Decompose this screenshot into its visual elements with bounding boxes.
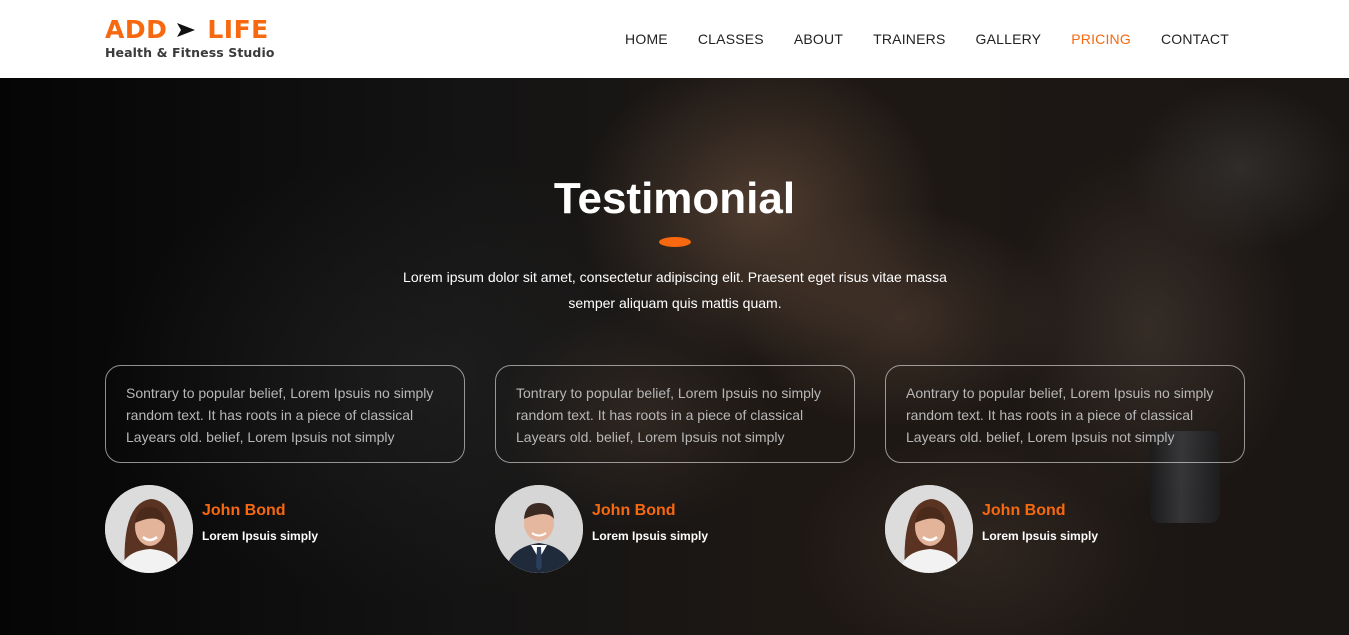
author-role: Lorem Ipsuis simply <box>592 529 709 543</box>
author-name: John Bond <box>592 502 676 519</box>
author-name: John Bond <box>982 502 1066 519</box>
section-title: Testimonial <box>553 174 796 223</box>
testimonial-text-line: Layears old. belief, Lorem Ipsuis not si… <box>516 429 785 445</box>
testimonial-text-line: random text. It has roots in a piece of … <box>906 407 1194 423</box>
nav-classes[interactable]: CLASSES <box>698 31 764 47</box>
nav-trainers[interactable]: TRAINERS <box>873 31 945 47</box>
main-nav: HOME CLASSES ABOUT TRAINERS GALLERY PRIC… <box>595 31 1229 47</box>
site-logo[interactable]: ADD LIFE Health & Fitness Studio <box>105 16 275 61</box>
author-role: Lorem Ipsuis simply <box>202 529 319 543</box>
nav-about[interactable]: ABOUT <box>794 31 843 47</box>
nav-gallery[interactable]: GALLERY <box>975 31 1041 47</box>
title-divider <box>659 237 691 247</box>
nav-pricing[interactable]: PRICING <box>1071 31 1131 47</box>
intro-line-1: Lorem ipsum dolor sit amet, consectetur … <box>403 269 947 285</box>
testimonial-text-line: random text. It has roots in a piece of … <box>126 407 414 423</box>
logo-tagline: Health & Fitness Studio <box>105 45 275 60</box>
testimonial-text-line: Layears old. belief, Lorem Ipsuis not si… <box>126 429 395 445</box>
testimonial-text-line: Tontrary to popular belief, Lorem Ipsuis… <box>516 385 822 401</box>
author-role: Lorem Ipsuis simply <box>982 529 1099 543</box>
woman-avatar <box>105 485 193 573</box>
play-arrow-icon <box>177 16 199 44</box>
woman-avatar <box>885 485 973 573</box>
testimonial-text-line: Layears old. belief, Lorem Ipsuis not si… <box>906 429 1175 445</box>
author-name: John Bond <box>202 502 286 519</box>
site-header: ADD LIFE Health & Fitness Studio HOME CL… <box>0 0 1349 78</box>
nav-contact[interactable]: CONTACT <box>1161 31 1229 47</box>
section-intro: Lorem ipsum dolor sit amet, consectetur … <box>380 264 970 316</box>
logo-wordmark: ADD LIFE <box>105 16 275 44</box>
testimonial-card: Sontrary to popular belief, Lorem Ipsuis… <box>105 365 465 463</box>
testimonial-card: Aontrary to popular belief, Lorem Ipsuis… <box>885 365 1245 463</box>
testimonial-text-line: random text. It has roots in a piece of … <box>516 407 804 423</box>
testimonial-section: Testimonial Lorem ipsum dolor sit amet, … <box>0 78 1349 635</box>
testimonial-text-line: Sontrary to popular belief, Lorem Ipsuis… <box>126 385 434 401</box>
testimonial-card: Tontrary to popular belief, Lorem Ipsuis… <box>495 365 855 463</box>
intro-line-2: semper aliquam quis mattis quam. <box>568 295 782 311</box>
logo-word-right: LIFE <box>207 15 269 44</box>
logo-word-left: ADD <box>105 15 168 44</box>
testimonial-text-line: Aontrary to popular belief, Lorem Ipsuis… <box>906 385 1214 401</box>
man-avatar <box>495 485 583 573</box>
nav-home[interactable]: HOME <box>625 31 668 47</box>
